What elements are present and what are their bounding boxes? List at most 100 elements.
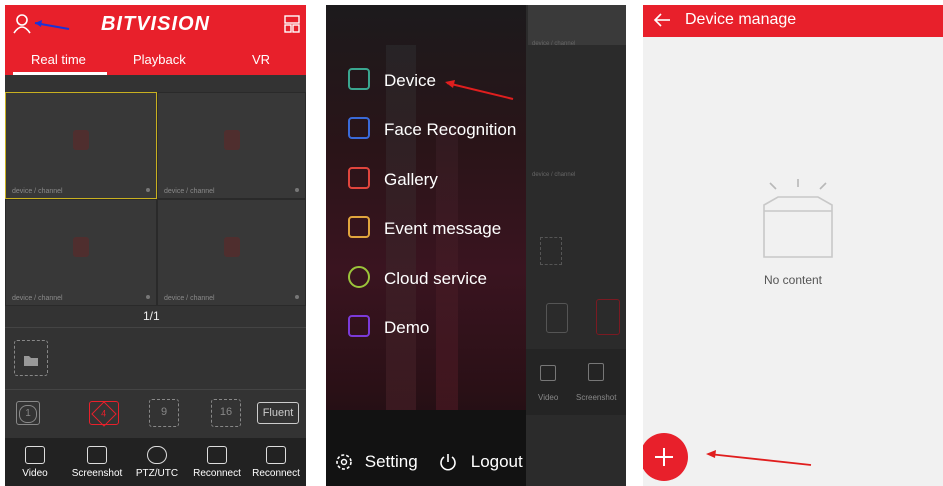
side-menu-screen: device / channel device / channel Video … xyxy=(326,5,626,486)
dimmed-layout-button xyxy=(546,303,568,333)
status-dot xyxy=(295,295,299,299)
nav-video[interactable]: Video xyxy=(7,446,63,479)
divider xyxy=(5,327,306,328)
menu-item-label: Face Recognition xyxy=(384,120,517,139)
camera-icon xyxy=(348,68,370,90)
top-header: BITVISION xyxy=(5,5,306,45)
layout-4-label: 4 xyxy=(91,401,117,427)
layout-4-button[interactable]: 4 xyxy=(89,401,119,427)
dimmed-video-icon xyxy=(540,365,556,381)
active-tab-indicator xyxy=(13,72,107,75)
logout-label: Logout xyxy=(470,451,523,471)
quality-button[interactable]: Fluent xyxy=(257,402,299,424)
empty-state-text: No content xyxy=(763,273,823,287)
menu-item-face-recognition[interactable]: Face Recognition xyxy=(348,117,516,147)
power-icon xyxy=(440,453,456,470)
menu-item-label: Device xyxy=(384,71,436,90)
menu-item-label: Demo xyxy=(384,318,430,337)
nav-ptz-label: PTZ/UTC xyxy=(135,468,179,479)
video-cell[interactable]: device / channel xyxy=(5,199,157,306)
dimmed-bottom-nav: Video Screenshot xyxy=(526,349,626,415)
nav-screenshot-label: Screenshot xyxy=(71,468,123,479)
menu-item-cloud-service[interactable]: Cloud service xyxy=(348,266,487,296)
menu-item-device[interactable]: Device xyxy=(348,68,436,98)
gallery-icon xyxy=(348,167,370,189)
dimmed-header xyxy=(528,5,626,45)
menu-item-event-message[interactable]: Event message xyxy=(348,216,501,246)
app-logo: BITVISION xyxy=(100,13,210,35)
add-device-button[interactable] xyxy=(643,433,688,481)
menu-item-label: Gallery xyxy=(384,170,438,189)
cell-label: device / channel xyxy=(164,188,215,195)
building-silhouette xyxy=(386,45,416,445)
dimmed-folder-button xyxy=(540,237,562,265)
nav-reconnect[interactable]: Reconnect xyxy=(189,446,245,479)
nav-video-label: Video xyxy=(22,468,48,479)
dimmed-app-preview: device / channel device / channel Video … xyxy=(526,5,626,486)
menu-item-label: Event message xyxy=(384,219,502,238)
device-manage-screen: Device manage No content xyxy=(643,5,943,486)
cloud-service-icon xyxy=(348,266,370,288)
top-header: Device manage xyxy=(643,5,943,37)
dimmed-nav-label: Video xyxy=(538,393,559,402)
dimmed-cell-label: device / channel xyxy=(532,41,576,47)
nav-screenshot[interactable]: Screenshot xyxy=(67,446,127,479)
nav-reconnect-all[interactable]: Reconnect xyxy=(248,446,304,479)
menu-item-label: Cloud service xyxy=(384,269,487,288)
cell-label: device / channel xyxy=(12,188,63,195)
tab-bar: Real time Playback VR xyxy=(5,45,306,75)
status-dot xyxy=(146,295,150,299)
dimmed-nav-label: Screenshot xyxy=(576,393,617,402)
video-icon xyxy=(25,446,45,464)
layout-4-text: 4 xyxy=(101,408,107,419)
cell-label: device / channel xyxy=(164,295,215,302)
tab-real-time[interactable]: Real time xyxy=(31,52,86,67)
layout-9-button[interactable]: 9 xyxy=(149,399,179,427)
video-cell[interactable]: device / channel xyxy=(157,199,306,306)
face-recognition-icon xyxy=(348,117,370,139)
setting-button[interactable]: Setting xyxy=(334,451,418,472)
empty-box-icon xyxy=(763,179,833,258)
red-arrow-annotation xyxy=(706,450,812,466)
dimmed-cell-label: device / channel xyxy=(532,172,576,178)
screenshot-icon xyxy=(87,446,107,464)
page-indicator: 1/1 xyxy=(143,309,160,323)
layout-grid-icon[interactable] xyxy=(284,15,300,33)
nav-reconnect-all-label: Reconnect xyxy=(252,468,300,479)
layout-16-button[interactable]: 16 xyxy=(211,399,241,427)
page-title: Device manage xyxy=(685,11,797,28)
channel-placeholder-icon xyxy=(223,130,240,151)
nav-reconnect-label: Reconnect xyxy=(193,468,241,479)
layout-16-label: 16 xyxy=(219,406,233,418)
channel-placeholder-icon xyxy=(73,130,89,151)
nav-ptz[interactable]: PTZ/UTC xyxy=(129,446,185,479)
bottom-nav: Video Screenshot PTZ/UTC Reconnect Recon… xyxy=(5,438,306,486)
divider xyxy=(5,389,306,390)
reconnect-icon xyxy=(207,446,227,464)
menu-item-demo[interactable]: Demo xyxy=(348,315,429,345)
video-cell[interactable]: device / channel xyxy=(5,92,157,199)
red-arrow-annotation xyxy=(445,80,514,100)
layout-1-button[interactable]: 1 xyxy=(16,401,40,425)
layout-1-label: 1 xyxy=(19,405,37,423)
channel-placeholder-icon xyxy=(223,237,240,258)
live-view-screen: BITVISION Real time Playback VR device /… xyxy=(5,5,306,486)
gear-icon xyxy=(336,453,352,470)
channel-placeholder-icon xyxy=(73,237,89,258)
video-cell[interactable]: device / channel xyxy=(157,92,306,199)
ptz-icon xyxy=(147,446,167,464)
folder-button[interactable] xyxy=(14,340,48,376)
folder-icon xyxy=(24,356,38,366)
back-arrow-icon[interactable] xyxy=(653,12,671,28)
plus-icon xyxy=(655,448,673,466)
logout-button[interactable]: Logout xyxy=(438,451,523,472)
status-dot xyxy=(146,188,150,192)
menu-item-gallery[interactable]: Gallery xyxy=(348,167,438,197)
dimmed-screenshot-icon xyxy=(588,363,604,381)
event-message-icon xyxy=(348,216,370,238)
menu-footer xyxy=(326,410,526,486)
tab-vr[interactable]: VR xyxy=(252,52,270,67)
layout-9-label: 9 xyxy=(160,406,168,418)
demo-icon xyxy=(348,315,370,337)
tab-playback[interactable]: Playback xyxy=(133,52,186,67)
